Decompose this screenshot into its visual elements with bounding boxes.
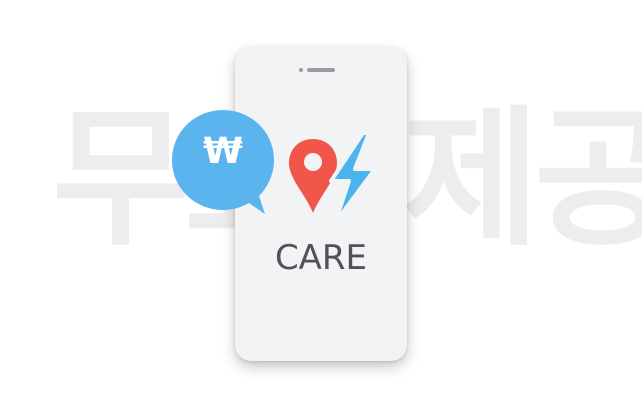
brand-label: CARE	[274, 238, 368, 278]
background-text-right: 제공	[402, 93, 642, 267]
lightning-bolt-icon	[329, 133, 377, 225]
care-logo	[289, 133, 377, 225]
speaker-grille	[307, 68, 335, 72]
location-pin-icon	[289, 139, 337, 213]
illustration-stage: 무료 제공 CARE ₩	[0, 0, 642, 408]
front-camera	[299, 68, 303, 72]
won-currency-symbol: ₩	[203, 131, 243, 172]
